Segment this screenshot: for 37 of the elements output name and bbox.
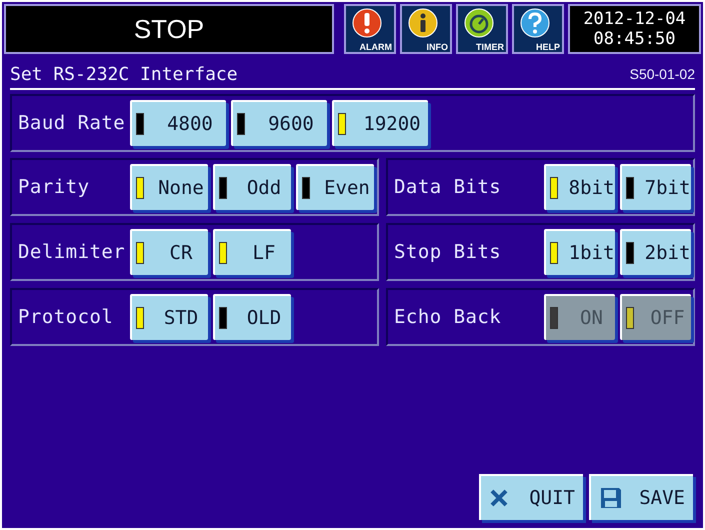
info-icon xyxy=(408,8,438,38)
setting-label: Protocol xyxy=(18,304,114,330)
option-button[interactable]: 8bit xyxy=(544,164,615,210)
option-button[interactable]: CR xyxy=(130,229,208,275)
setting-label: Echo Back xyxy=(394,304,502,330)
option-button[interactable]: 7bit xyxy=(620,164,691,210)
option-button[interactable]: 1bit xyxy=(544,229,615,275)
status-text: STOP xyxy=(134,12,204,46)
setting-label: Data Bits xyxy=(394,174,502,200)
option-button[interactable]: Odd xyxy=(213,164,291,210)
option-button[interactable]: STD xyxy=(130,294,208,340)
option-button[interactable]: 4800 xyxy=(130,100,226,146)
setting-label: Stop Bits xyxy=(394,240,502,265)
alarm-button[interactable]: ALARM xyxy=(344,4,396,54)
option-button[interactable]: None xyxy=(130,164,208,210)
save-button[interactable]: SAVE xyxy=(589,474,693,520)
time-text: 08:45:50 xyxy=(594,29,676,49)
option-button[interactable]: 19200 xyxy=(332,100,428,146)
alert-icon xyxy=(352,8,382,38)
screen-title: Set RS-232C Interface xyxy=(10,62,238,86)
screen-code: S50-01-02 xyxy=(630,64,695,84)
timer-button[interactable]: TIMER xyxy=(456,4,508,54)
option-button[interactable]: 9600 xyxy=(231,100,327,146)
quit-button[interactable]: QUIT xyxy=(479,474,583,520)
option-button[interactable]: Even xyxy=(296,164,374,210)
info-button[interactable]: INFO xyxy=(400,4,452,54)
setting-label: Delimiter xyxy=(18,240,126,265)
help-icon xyxy=(520,8,550,38)
date-text: 2012-12-04 xyxy=(583,9,686,29)
close-icon xyxy=(489,488,509,508)
setting-label: Baud Rate xyxy=(18,110,126,136)
stopwatch-icon xyxy=(464,8,494,38)
option-button[interactable]: OLD xyxy=(213,294,291,340)
option-button[interactable]: LF xyxy=(213,229,291,275)
setting-label: Parity xyxy=(18,174,90,200)
option-button[interactable]: 2bit xyxy=(620,229,691,275)
help-button[interactable]: HELP xyxy=(512,4,564,54)
